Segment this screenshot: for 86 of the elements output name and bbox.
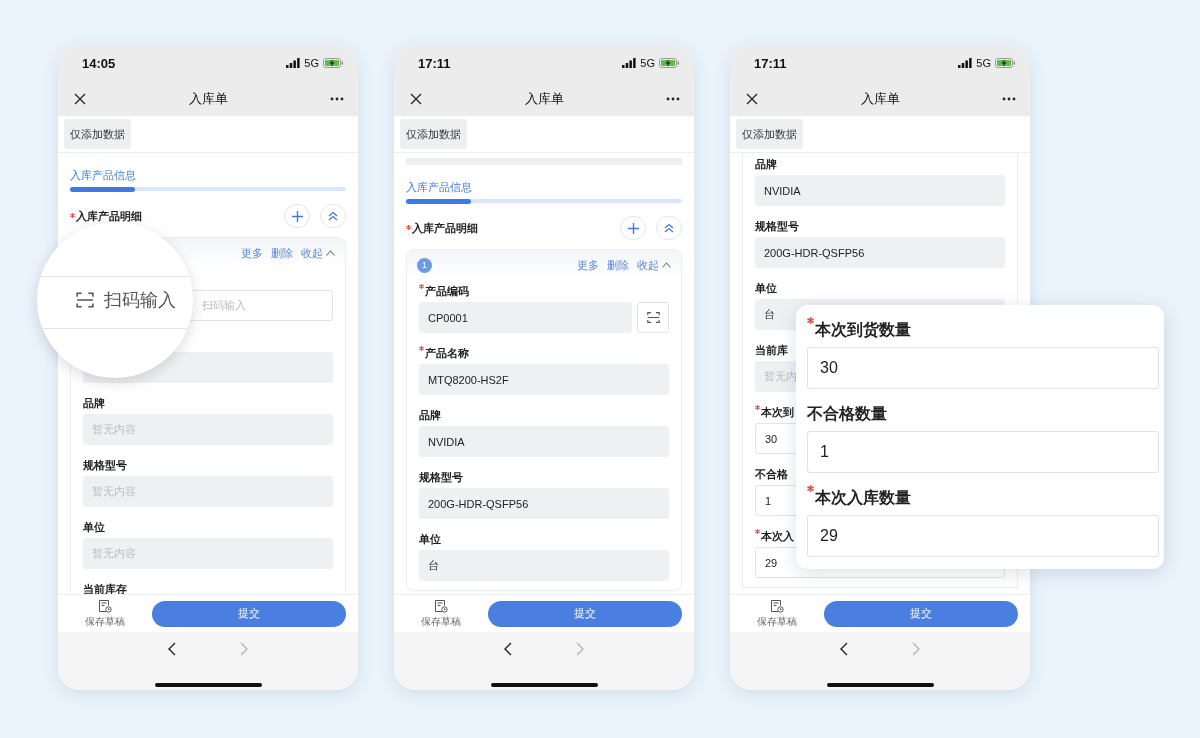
page-title: 入库单 [859, 89, 901, 108]
scan-icon [76, 291, 94, 309]
chevron-up-icon [326, 250, 335, 256]
field-label: 不合格 [755, 466, 788, 482]
field-label: 单位 [419, 531, 441, 547]
card-action-link[interactable]: 更多 [241, 245, 263, 261]
field-label: 当前库 [755, 342, 788, 358]
double-chevron-up-icon [328, 211, 338, 221]
add-button[interactable] [284, 204, 310, 228]
submit-button[interactable]: 提交 [488, 600, 682, 627]
close-icon[interactable] [746, 92, 758, 105]
signal-icon [286, 58, 301, 68]
input-field[interactable]: CP0001 [419, 302, 632, 333]
scan-button[interactable] [637, 302, 669, 333]
field-label: 单位 [755, 280, 777, 296]
input-field[interactable]: 200G-HDR-QSFP56 [755, 237, 1005, 268]
input-field[interactable]: 200G-HDR-QSFP56 [419, 488, 669, 519]
collapse-all-button[interactable] [656, 216, 682, 240]
input-field[interactable]: 29 [807, 515, 1159, 557]
add-data-button[interactable]: 仅添加数据 [736, 119, 803, 149]
plus-icon [627, 222, 639, 234]
add-data-button[interactable]: 仅添加数据 [64, 119, 131, 149]
clock-time: 17:11 [754, 55, 788, 71]
group-label: 入库产品明细 [412, 220, 478, 236]
network-label: 5G [304, 57, 319, 69]
input-field[interactable]: NVIDIA [755, 175, 1005, 206]
card-action-link[interactable]: 收起 [637, 257, 671, 273]
section-tab[interactable]: 入库产品信息 [406, 179, 472, 195]
field-label: 规格型号 [755, 218, 799, 234]
input-field[interactable]: MTQ8200-HS2F [419, 364, 669, 395]
field-label: 本次入库数量 [815, 487, 911, 508]
draft-document-icon [770, 598, 784, 613]
input-field[interactable]: 30 [807, 347, 1159, 389]
field-label: 产品编码 [425, 283, 469, 299]
close-icon[interactable] [410, 92, 422, 105]
field-label: 品牌 [755, 156, 777, 172]
battery-charging-icon [323, 58, 344, 68]
draft-document-icon [434, 598, 448, 613]
save-draft-button[interactable]: 保存草稿 [752, 598, 802, 629]
battery-charging-icon [995, 58, 1016, 68]
field-label: 不合格数量 [807, 403, 887, 424]
save-draft-button[interactable]: 保存草稿 [80, 598, 130, 629]
field-label: 本次到货数量 [815, 319, 911, 341]
field-label: 品牌 [83, 395, 105, 411]
signal-icon [622, 58, 637, 68]
input-field[interactable]: NVIDIA [419, 426, 669, 457]
add-data-button[interactable]: 仅添加数据 [400, 119, 467, 149]
card-action-link[interactable]: 更多 [577, 257, 599, 273]
battery-charging-icon [659, 58, 680, 68]
scan-icon [646, 311, 660, 324]
card-action-link[interactable]: 删除 [271, 245, 293, 261]
index-badge: 1 [417, 257, 432, 273]
field-label: 本次到 [761, 404, 794, 420]
page-title: 入库单 [187, 89, 229, 108]
chevron-up-icon [662, 262, 671, 268]
plus-icon [291, 210, 303, 222]
card-action-link[interactable]: 收起 [301, 245, 335, 261]
clock-time: 14:05 [82, 55, 117, 71]
page-title: 入库单 [523, 89, 565, 108]
group-label: 入库产品明细 [76, 208, 142, 224]
close-icon[interactable] [74, 92, 86, 105]
field-label: 单位 [83, 519, 105, 535]
double-chevron-up-icon [664, 223, 674, 233]
more-icon[interactable] [1002, 96, 1016, 101]
field-label: 当前库存 [83, 581, 127, 594]
draft-document-icon [98, 598, 112, 613]
more-icon[interactable] [666, 96, 680, 101]
field-label: 规格型号 [83, 457, 127, 473]
input-field[interactable]: 台 [419, 550, 669, 581]
submit-button[interactable]: 提交 [152, 600, 346, 627]
submit-button[interactable]: 提交 [824, 600, 1018, 627]
field-label: 本次入 [761, 528, 794, 544]
network-label: 5G [976, 57, 991, 69]
field-label: 产品名称 [425, 345, 469, 361]
field-label: 品牌 [419, 407, 441, 423]
add-button[interactable] [620, 216, 646, 240]
card-action-link[interactable]: 删除 [607, 257, 629, 273]
signal-icon [958, 58, 973, 68]
more-icon[interactable] [330, 96, 344, 101]
save-draft-button[interactable]: 保存草稿 [416, 598, 466, 629]
clock-time: 17:11 [418, 55, 452, 71]
field-label: 规格型号 [419, 469, 463, 485]
section-tab[interactable]: 入库产品信息 [70, 167, 136, 183]
collapse-all-button[interactable] [320, 204, 346, 228]
input-field[interactable]: 1 [807, 431, 1159, 473]
network-label: 5G [640, 57, 655, 69]
